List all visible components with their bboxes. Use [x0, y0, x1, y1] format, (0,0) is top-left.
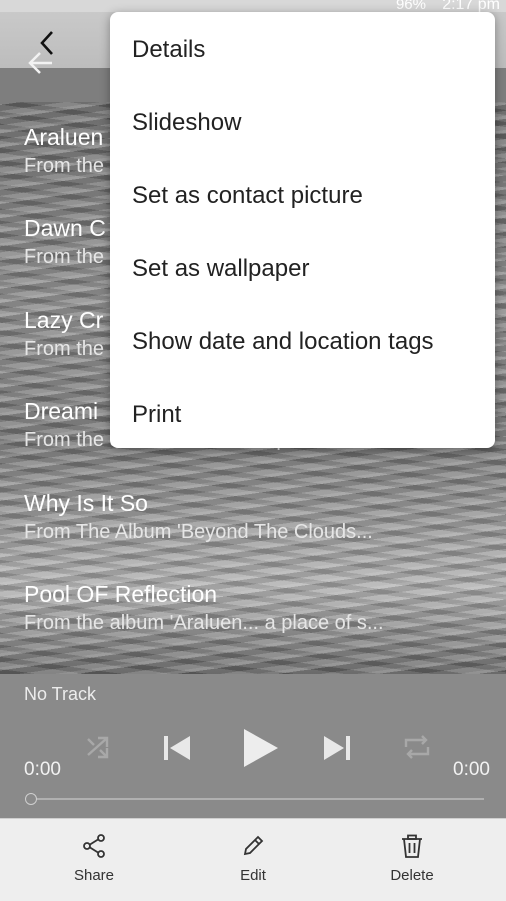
track-subtitle: From The Album 'Beyond The Clouds...: [24, 521, 373, 543]
track-title: Dawn C: [24, 215, 106, 241]
track-title: Lazy Cr: [24, 307, 104, 333]
delete-label: Delete: [390, 867, 434, 884]
shuffle-icon[interactable]: [84, 733, 112, 761]
now-playing-label: No Track: [24, 684, 97, 704]
overflow-menu: Details Slideshow Set as contact picture…: [110, 12, 495, 448]
menu-item-details[interactable]: Details: [132, 36, 205, 64]
player-panel: No Track 0:00 0:00: [0, 674, 506, 818]
track-subtitle: From the: [24, 246, 105, 268]
menu-item-print[interactable]: Print: [132, 401, 181, 429]
elapsed-time: 0:00: [24, 759, 61, 780]
share-icon: [83, 834, 105, 858]
menu-item-slideshow[interactable]: Slideshow: [132, 109, 241, 137]
previous-track-icon[interactable]: [160, 731, 194, 765]
trash-icon: [402, 834, 422, 858]
edit-label: Edit: [240, 867, 266, 884]
play-icon[interactable]: [240, 726, 280, 770]
share-button[interactable]: Share: [54, 833, 134, 884]
track-item[interactable]: Pool OF Reflection From the album 'Aralu…: [24, 581, 384, 635]
track-subtitle: From the album 'Araluen... a place of s.…: [24, 612, 384, 634]
progress-knob[interactable]: [25, 793, 37, 805]
delete-button[interactable]: Delete: [372, 833, 452, 884]
status-bar: 96% 2:17 pm: [0, 0, 506, 13]
total-time: 0:00: [453, 759, 490, 780]
track-subtitle: From the: [24, 338, 105, 360]
menu-item-set-contact-picture[interactable]: Set as contact picture: [132, 182, 363, 210]
track-subtitle: From the: [24, 155, 105, 177]
track-item[interactable]: Araluen From the: [24, 124, 104, 178]
edit-button[interactable]: Edit: [213, 833, 293, 884]
menu-item-set-wallpaper[interactable]: Set as wallpaper: [132, 255, 309, 283]
track-title: Araluen: [24, 124, 104, 150]
track-item[interactable]: Lazy Cr From the: [24, 307, 104, 361]
bottom-action-bar: Share Edit Delete: [0, 818, 506, 901]
repeat-icon[interactable]: [402, 733, 432, 761]
track-title: Why Is It So: [24, 490, 148, 516]
pencil-icon: [243, 835, 264, 856]
menu-item-show-date-location-tags[interactable]: Show date and location tags: [132, 328, 434, 356]
share-label: Share: [73, 867, 115, 884]
progress-track[interactable]: [30, 798, 484, 800]
track-title: Pool OF Reflection: [24, 581, 218, 607]
track-item[interactable]: Dawn C From the: [24, 215, 106, 269]
music-back-arrow-icon[interactable]: [26, 48, 56, 78]
next-track-icon[interactable]: [320, 731, 354, 765]
track-item[interactable]: Why Is It So From The Album 'Beyond The …: [24, 490, 373, 544]
